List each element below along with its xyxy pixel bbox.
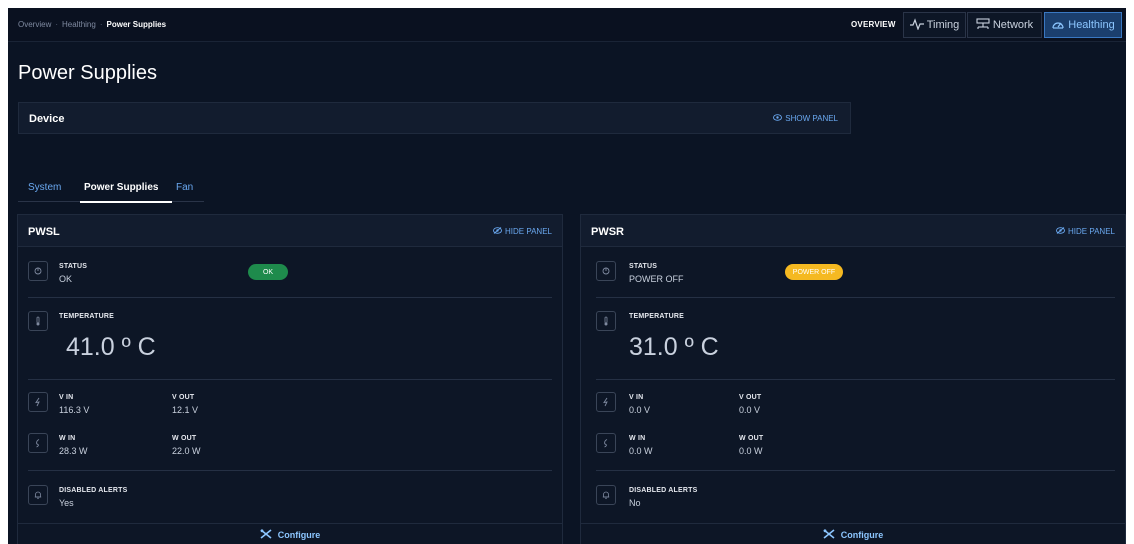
status-badge: OK	[248, 264, 288, 280]
vout-label: V OUT	[172, 394, 195, 401]
power-icon	[28, 261, 48, 281]
bolt-icon	[596, 392, 616, 412]
device-panel: Device SHOW PANEL	[18, 102, 851, 134]
win-value: 0.0 W	[629, 446, 653, 456]
thermometer-icon	[596, 311, 616, 331]
power-supply-card-pwsr: PWSR HIDE PANEL STATUS POWER OFF POWER O…	[580, 214, 1126, 544]
wout-label: W OUT	[739, 435, 764, 442]
card-header: PWSL HIDE PANEL	[18, 215, 562, 247]
temperature-value: 41.0 º C	[66, 333, 156, 361]
divider	[28, 379, 552, 380]
nav-timing-button[interactable]: Timing	[903, 12, 966, 38]
bell-icon	[28, 485, 48, 505]
disabled-alerts-value: No	[629, 498, 641, 508]
page-title: Power Supplies	[18, 62, 157, 84]
nav-network-label: Network	[992, 19, 1034, 31]
status-value: OK	[59, 274, 73, 284]
disabled-alerts-label: DISABLED ALERTS	[629, 487, 698, 494]
tab-power-supplies[interactable]: Power Supplies	[84, 182, 158, 193]
nav-healthing-label: Healthing	[1068, 19, 1115, 31]
tools-icon	[823, 528, 835, 541]
eye-icon	[773, 114, 783, 123]
divider	[596, 297, 1115, 298]
card-title: PWSR	[591, 226, 624, 238]
status-label: STATUS	[629, 263, 658, 270]
divider	[596, 470, 1115, 471]
status-label: STATUS	[59, 263, 88, 270]
bolt-icon	[28, 392, 48, 412]
power-icon	[596, 261, 616, 281]
show-panel-button[interactable]: SHOW PANEL	[773, 114, 838, 123]
eye-slash-icon	[493, 227, 502, 236]
network-icon	[976, 17, 990, 33]
divider	[28, 470, 552, 471]
vin-label: V IN	[629, 394, 644, 401]
plug-icon	[28, 433, 48, 453]
wout-value: 0.0 W	[739, 446, 763, 456]
tab-fan[interactable]: Fan	[176, 182, 193, 193]
card-header: PWSR HIDE PANEL	[581, 215, 1125, 247]
vout-label: V OUT	[739, 394, 762, 401]
configure-button[interactable]: Configure	[18, 523, 562, 544]
vout-value: 0.0 V	[739, 405, 761, 415]
tab-bar: System Power Supplies Fan	[18, 176, 204, 203]
temperature-label: TEMPERATURE	[59, 313, 114, 320]
win-label: W IN	[629, 435, 646, 442]
breadcrumb-current: Power Supplies	[106, 20, 167, 29]
divider	[596, 379, 1115, 380]
tools-icon	[260, 528, 272, 541]
win-label: W IN	[59, 435, 76, 442]
vout-value: 12.1 V	[172, 405, 199, 415]
breadcrumb-overview[interactable]: Overview	[18, 20, 51, 29]
temperature-value: 31.0 º C	[629, 333, 719, 361]
temperature-label: TEMPERATURE	[629, 313, 684, 320]
vin-value: 116.3 V	[59, 405, 90, 415]
breadcrumb-separator: ·	[99, 20, 103, 29]
configure-label: Configure	[840, 529, 884, 540]
status-badge: POWER OFF	[785, 264, 843, 280]
pulse-icon	[909, 17, 924, 33]
disabled-alerts-value: Yes	[59, 498, 74, 508]
top-bar: Overview · Healthing · Power Supplies OVERVI…	[8, 8, 1126, 42]
status-value: POWER OFF	[629, 274, 684, 284]
plug-icon	[596, 433, 616, 453]
tab-system[interactable]: System	[28, 182, 61, 193]
overview-label: OVERVIEW	[851, 20, 896, 29]
bell-icon	[596, 485, 616, 505]
vin-label: V IN	[59, 394, 74, 401]
active-tab-indicator	[80, 201, 172, 203]
breadcrumb: Overview · Healthing · Power Supplies	[18, 20, 166, 29]
thermometer-icon	[28, 311, 48, 331]
wout-label: W OUT	[172, 435, 197, 442]
hide-panel-label: HIDE PANEL	[1068, 227, 1115, 236]
configure-label: Configure	[277, 529, 321, 540]
vin-value: 0.0 V	[629, 405, 651, 415]
power-supply-card-pwsl: PWSL HIDE PANEL STATUS OK OK TEMPERATURE…	[17, 214, 563, 544]
wout-value: 22.0 W	[172, 446, 201, 456]
nav-network-button[interactable]: Network	[967, 12, 1042, 38]
disabled-alerts-label: DISABLED ALERTS	[59, 487, 128, 494]
nav-timing-label: Timing	[926, 19, 960, 31]
configure-button[interactable]: Configure	[581, 523, 1125, 544]
hide-panel-button[interactable]: HIDE PANEL	[493, 227, 552, 236]
breadcrumb-healthing[interactable]: Healthing	[62, 20, 96, 29]
nav-healthing-button[interactable]: Healthing	[1044, 12, 1122, 38]
divider	[28, 297, 552, 298]
win-value: 28.3 W	[59, 446, 88, 456]
card-title: PWSL	[28, 226, 60, 238]
breadcrumb-separator: ·	[55, 20, 59, 29]
gauge-icon	[1051, 18, 1065, 33]
eye-slash-icon	[1056, 227, 1065, 236]
app-window: Overview · Healthing · Power Supplies OVERVI…	[8, 8, 1126, 544]
show-panel-label: SHOW PANEL	[785, 114, 838, 123]
hide-panel-button[interactable]: HIDE PANEL	[1056, 227, 1115, 236]
hide-panel-label: HIDE PANEL	[505, 227, 552, 236]
device-title: Device	[29, 113, 65, 125]
